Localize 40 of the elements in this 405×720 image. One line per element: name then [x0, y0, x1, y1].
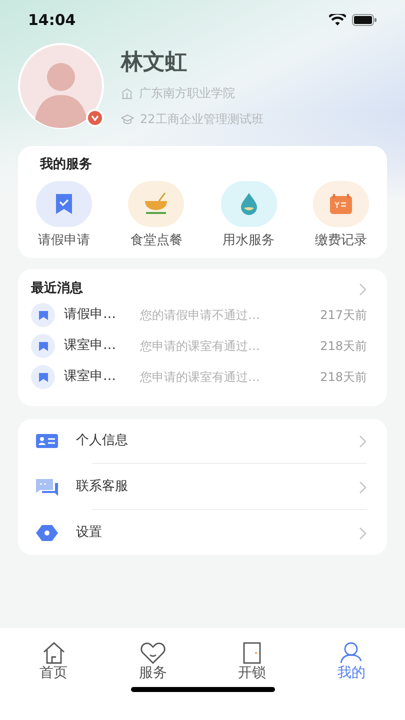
tab[interactable]: 服务: [122, 640, 183, 682]
service-item[interactable]: 食堂点餐: [118, 181, 194, 250]
service-item[interactable]: 缴费记录: [302, 181, 379, 250]
section-title: 最近消息: [31, 280, 83, 298]
section-title: 我的服务: [40, 156, 93, 174]
wifi-icon: [329, 14, 346, 26]
message-row[interactable]: 课室申… 您申请的课室有通过… 218天前: [31, 331, 367, 361]
person-icon: [339, 642, 364, 664]
chat-bubbles-icon: [36, 478, 58, 496]
tab[interactable]: 开锁: [222, 640, 282, 682]
battery-icon: [352, 14, 377, 26]
service-item[interactable]: 用水服务: [210, 181, 287, 250]
school-name: 广东南方职业学院: [139, 85, 235, 102]
status-time: 14:04: [28, 10, 76, 31]
heart-icon: [140, 642, 166, 664]
graduation-cap-icon: [121, 114, 134, 124]
chevron-icon: [359, 434, 367, 448]
receipt-icon: [328, 193, 353, 215]
user-name: 林文虹: [121, 49, 188, 77]
home-icon: [42, 642, 66, 664]
building-icon: [121, 88, 133, 98]
settings-icon: [36, 525, 58, 541]
menu-item[interactable]: 联系客服: [34, 465, 367, 509]
tab[interactable]: 首页: [24, 640, 84, 682]
bowl-icon: [143, 192, 170, 216]
tab[interactable]: 我的: [321, 640, 382, 682]
class-name: 22工商企业管理测试班: [140, 111, 264, 128]
message-row[interactable]: 课室申… 您申请的课室有通过… 218天前: [31, 362, 367, 392]
menu-item[interactable]: 个人信息: [34, 419, 367, 463]
chevron-icon: [359, 526, 367, 540]
more-button[interactable]: [359, 282, 367, 296]
menu-item[interactable]: 设置: [34, 511, 367, 555]
door-icon: [243, 642, 262, 664]
chevron-icon: [359, 480, 367, 494]
message-row[interactable]: 请假申… 您的请假申请不通过… 217天前: [31, 300, 367, 330]
id-card-icon: [36, 434, 58, 448]
chevron-icon: [359, 282, 367, 296]
water-drop-icon: [238, 192, 259, 216]
service-item[interactable]: 请假申请: [26, 181, 102, 250]
bookmark-check-icon: [54, 193, 74, 215]
